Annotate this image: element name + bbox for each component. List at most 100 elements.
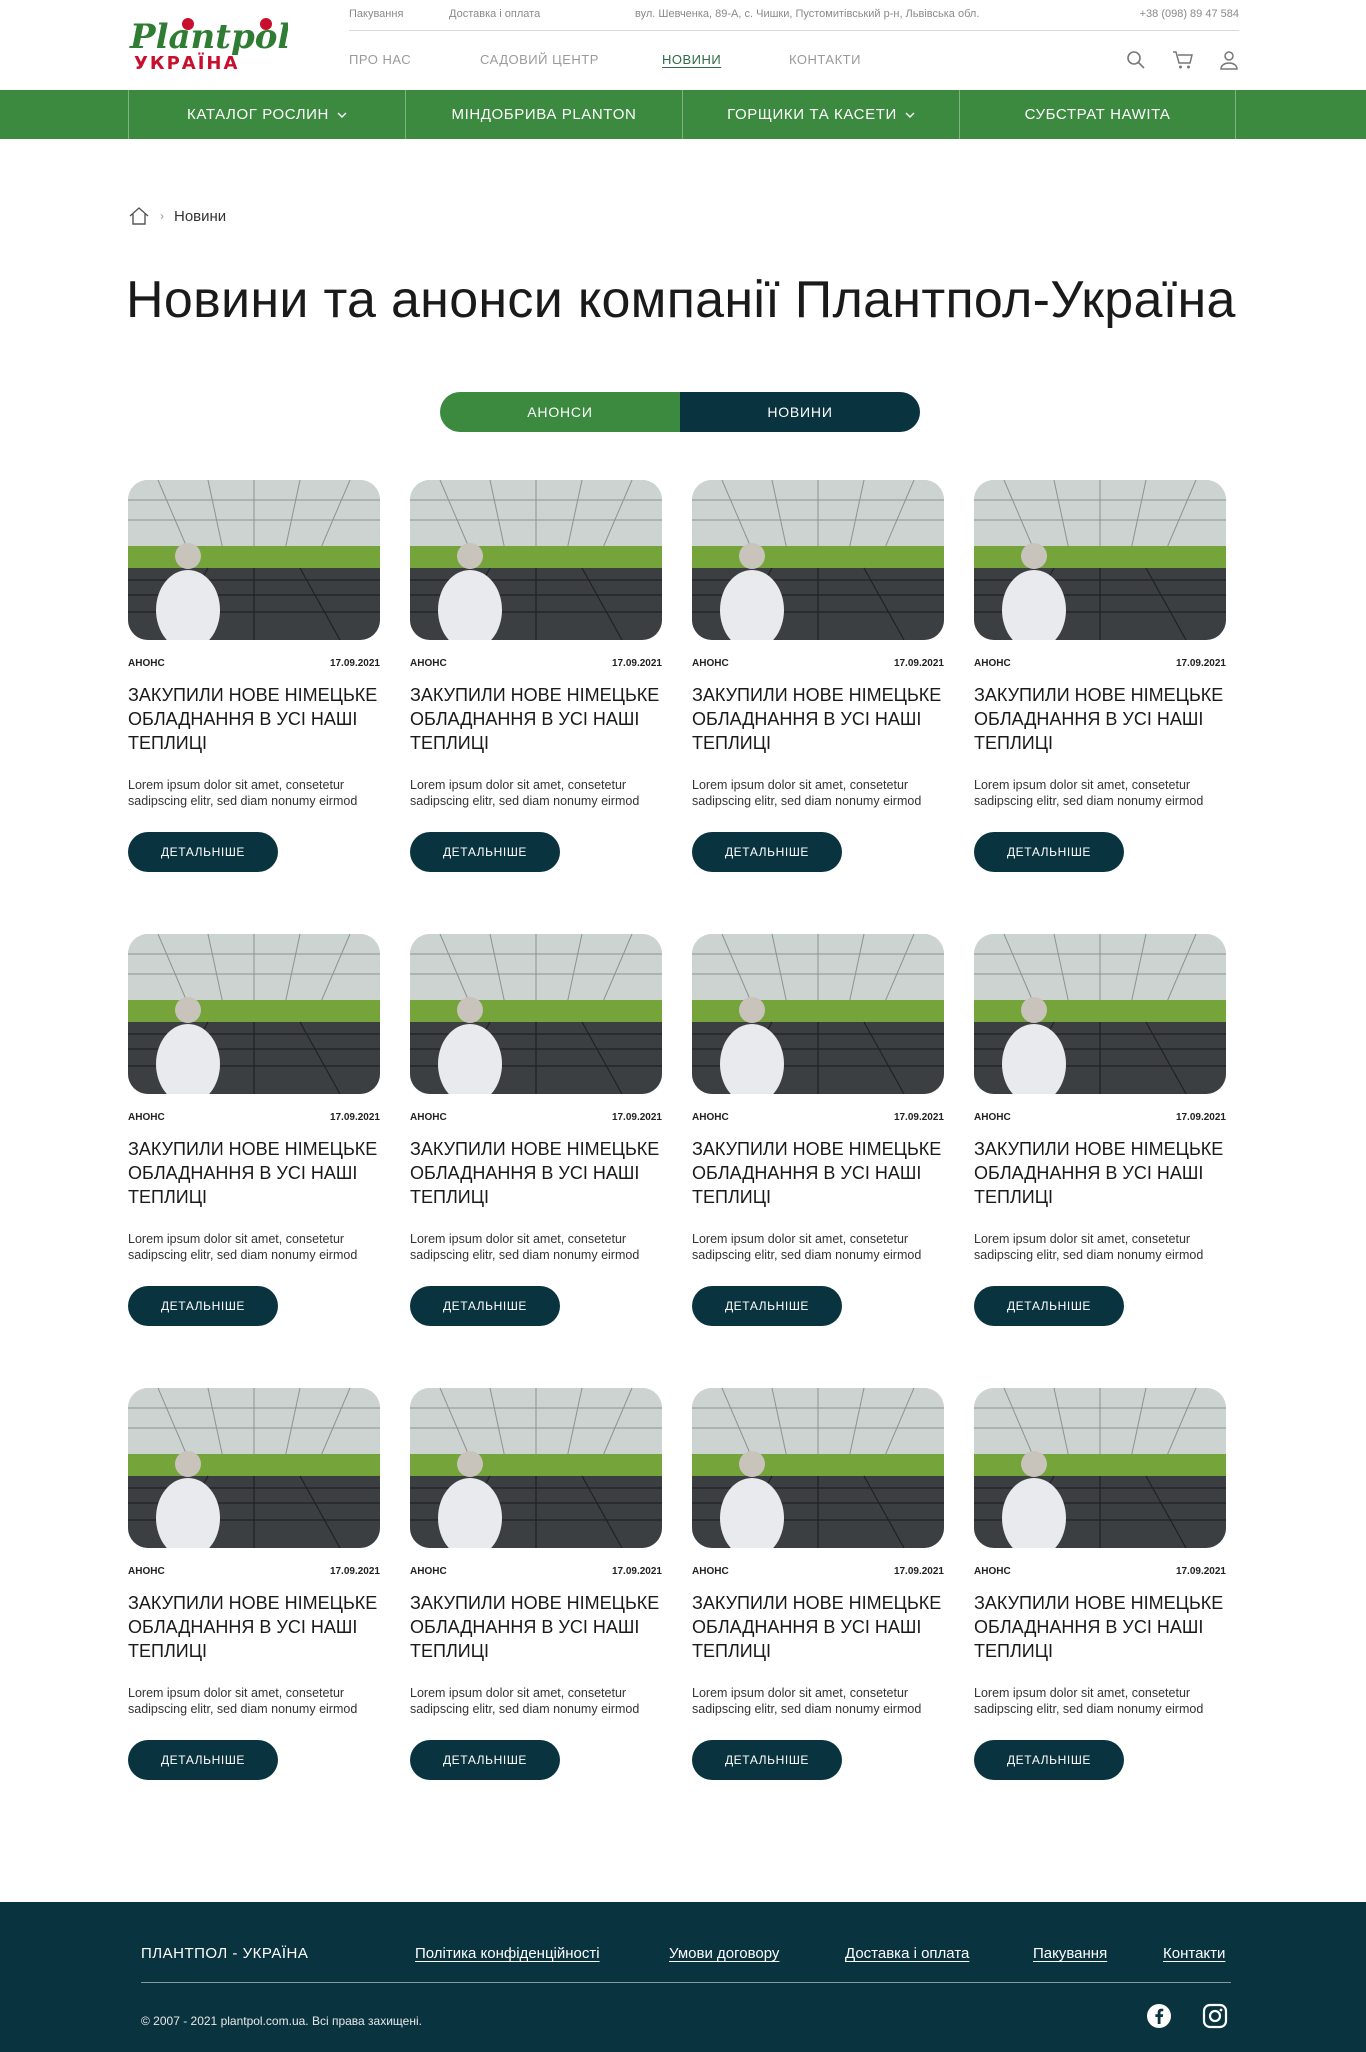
topbar-phone[interactable]: +38 (098) 89 47 584 [1140,8,1239,20]
nav-garden-center[interactable]: САДОВИЙ ЦЕНТР [480,52,599,67]
news-card-more-button[interactable]: ДЕТАЛЬНІШЕ [974,1740,1124,1780]
nav-contacts[interactable]: КОНТАКТИ [789,52,861,67]
news-card: АНОНС 17.09.2021 ЗАКУПИЛИ НОВЕ НІМЕЦЬКЕ … [692,1388,944,1788]
news-card-tag: АНОНС [692,658,729,669]
news-card-date: 17.09.2021 [611,1566,662,1577]
news-card-more-button[interactable]: ДЕТАЛЬНІШЕ [974,832,1124,872]
news-card-more-button[interactable]: ДЕТАЛЬНІШЕ [692,832,842,872]
news-card-title[interactable]: ЗАКУПИЛИ НОВЕ НІМЕЦЬКЕ ОБЛАДНАННЯ В УСІ … [128,1137,380,1209]
news-card-title[interactable]: ЗАКУПИЛИ НОВЕ НІМЕЦЬКЕ ОБЛАДНАННЯ В УСІ … [692,683,944,755]
news-card-meta: АНОНС 17.09.2021 [974,1112,1226,1123]
news-card-title[interactable]: ЗАКУПИЛИ НОВЕ НІМЕЦЬКЕ ОБЛАДНАННЯ В УСІ … [974,683,1226,755]
news-card: АНОНС 17.09.2021 ЗАКУПИЛИ НОВЕ НІМЕЦЬКЕ … [410,1388,662,1788]
news-card-image[interactable] [692,1388,944,1548]
nav-about[interactable]: ПРО НАС [349,52,411,67]
category-pots-cassettes[interactable]: ГОРЩИКИ ТА КАСЕТИ [682,90,959,139]
toggle-announcements[interactable]: АНОНСИ [440,392,680,432]
news-card-date: 17.09.2021 [893,1112,944,1123]
news-card-title[interactable]: ЗАКУПИЛИ НОВЕ НІМЕЦЬКЕ ОБЛАДНАННЯ В УСІ … [692,1137,944,1209]
news-type-toggle: АНОНСИ НОВИНИ [440,392,920,432]
news-card-title[interactable]: ЗАКУПИЛИ НОВЕ НІМЕЦЬКЕ ОБЛАДНАННЯ В УСІ … [410,1591,662,1663]
news-card-date: 17.09.2021 [1175,1112,1226,1123]
top-info-bar: Пакування Доставка і оплата вул. Шевченк… [349,0,1239,31]
news-card-date: 17.09.2021 [893,1566,944,1577]
news-card-more-button[interactable]: ДЕТАЛЬНІШЕ [128,1286,278,1326]
footer-link-privacy[interactable]: Політика конфіденційності [415,1945,600,1962]
footer-link-terms[interactable]: Умови договору [669,1945,779,1962]
news-card-more-button[interactable]: ДЕТАЛЬНІШЕ [128,1740,278,1780]
chevron-down-icon [337,112,347,118]
news-card-description: Lorem ipsum dolor sit amet, consetetur s… [128,1232,358,1262]
news-card: АНОНС 17.09.2021 ЗАКУПИЛИ НОВЕ НІМЕЦЬКЕ … [410,480,662,880]
topbar-delivery-link[interactable]: Доставка і оплата [449,8,540,20]
news-card-meta: АНОНС 17.09.2021 [128,1112,380,1123]
news-card-image[interactable] [974,1388,1226,1548]
news-card-date: 17.09.2021 [611,1112,662,1123]
news-card-description: Lorem ipsum dolor sit amet, consetetur s… [974,1686,1204,1716]
instagram-icon[interactable] [1202,2003,1228,2029]
news-card-meta: АНОНС 17.09.2021 [128,1566,380,1577]
home-icon[interactable] [128,205,150,227]
toggle-news[interactable]: НОВИНИ [680,392,920,432]
news-card-more-button[interactable]: ДЕТАЛЬНІШЕ [410,1740,560,1780]
news-card-tag: АНОНС [410,1112,447,1123]
news-card-image[interactable] [692,480,944,640]
footer-link-packaging[interactable]: Пакування [1033,1945,1107,1962]
news-card-title[interactable]: ЗАКУПИЛИ НОВЕ НІМЕЦЬКЕ ОБЛАДНАННЯ В УСІ … [692,1591,944,1663]
news-card-meta: АНОНС 17.09.2021 [692,658,944,669]
news-card-title[interactable]: ЗАКУПИЛИ НОВЕ НІМЕЦЬКЕ ОБЛАДНАННЯ В УСІ … [974,1591,1226,1663]
footer-link-contacts[interactable]: Контакти [1163,1945,1225,1962]
news-card-title[interactable]: ЗАКУПИЛИ НОВЕ НІМЕЦЬКЕ ОБЛАДНАННЯ В УСІ … [410,1137,662,1209]
news-card-tag: АНОНС [410,1566,447,1577]
news-card-image[interactable] [128,480,380,640]
footer-link-delivery[interactable]: Доставка і оплата [845,1945,969,1962]
category-bar: КАТАЛОГ РОСЛИН МІНДОБРИВА PLANTON ГОРЩИК… [0,90,1366,139]
topbar-packaging-link[interactable]: Пакування [349,8,403,20]
news-card-title[interactable]: ЗАКУПИЛИ НОВЕ НІМЕЦЬКЕ ОБЛАДНАННЯ В УСІ … [974,1137,1226,1209]
news-card-image[interactable] [128,934,380,1094]
category-label: КАТАЛОГ РОСЛИН [187,106,329,123]
news-card: АНОНС 17.09.2021 ЗАКУПИЛИ НОВЕ НІМЕЦЬКЕ … [128,934,380,1334]
news-card: АНОНС 17.09.2021 ЗАКУПИЛИ НОВЕ НІМЕЦЬКЕ … [974,480,1226,880]
breadcrumb: › Новини [128,204,226,228]
news-card-tag: АНОНС [410,658,447,669]
news-card-description: Lorem ipsum dolor sit amet, consetetur s… [692,1686,922,1716]
news-card-image[interactable] [128,1388,380,1548]
site-header: Plantpol УКРАЇНА Пакування Доставка і оп… [0,0,1366,90]
news-card-more-button[interactable]: ДЕТАЛЬНІШЕ [692,1740,842,1780]
topbar-address: вул. Шевченка, 89-А, с. Чишки, Пустомиті… [635,8,980,20]
news-card-description: Lorem ipsum dolor sit amet, consetetur s… [410,1232,640,1262]
search-icon[interactable] [1125,49,1147,71]
news-card-more-button[interactable]: ДЕТАЛЬНІШЕ [128,832,278,872]
news-card: АНОНС 17.09.2021 ЗАКУПИЛИ НОВЕ НІМЕЦЬКЕ … [974,934,1226,1334]
news-card-more-button[interactable]: ДЕТАЛЬНІШЕ [410,832,560,872]
nav-news[interactable]: НОВИНИ [662,52,721,67]
news-card-more-button[interactable]: ДЕТАЛЬНІШЕ [692,1286,842,1326]
news-card-image[interactable] [974,934,1226,1094]
news-card-more-button[interactable]: ДЕТАЛЬНІШЕ [974,1286,1124,1326]
category-plant-catalog[interactable]: КАТАЛОГ РОСЛИН [128,90,405,139]
news-card-image[interactable] [692,934,944,1094]
news-card-image[interactable] [410,1388,662,1548]
user-icon[interactable] [1218,49,1240,71]
news-card-title[interactable]: ЗАКУПИЛИ НОВЕ НІМЕЦЬКЕ ОБЛАДНАННЯ В УСІ … [410,683,662,755]
plantpol-logo[interactable]: Plantpol УКРАЇНА [128,16,288,72]
news-card-image[interactable] [410,934,662,1094]
news-card-meta: АНОНС 17.09.2021 [692,1566,944,1577]
news-card-tag: АНОНС [974,1112,1011,1123]
news-card-date: 17.09.2021 [329,658,380,669]
category-substrate[interactable]: СУБСТРАТ HAWITA [959,90,1236,139]
category-fertilizers[interactable]: МІНДОБРИВА PLANTON [405,90,682,139]
news-card-more-button[interactable]: ДЕТАЛЬНІШЕ [410,1286,560,1326]
news-card-title[interactable]: ЗАКУПИЛИ НОВЕ НІМЕЦЬКЕ ОБЛАДНАННЯ В УСІ … [128,683,380,755]
news-card-tag: АНОНС [974,1566,1011,1577]
news-card-meta: АНОНС 17.09.2021 [410,658,662,669]
news-card-title[interactable]: ЗАКУПИЛИ НОВЕ НІМЕЦЬКЕ ОБЛАДНАННЯ В УСІ … [128,1591,380,1663]
news-card-image[interactable] [974,480,1226,640]
news-card-image[interactable] [410,480,662,640]
news-card-date: 17.09.2021 [611,658,662,669]
news-card: АНОНС 17.09.2021 ЗАКУПИЛИ НОВЕ НІМЕЦЬКЕ … [410,934,662,1334]
facebook-icon[interactable] [1146,2003,1172,2029]
cart-icon[interactable] [1172,49,1194,71]
news-card-meta: АНОНС 17.09.2021 [410,1112,662,1123]
